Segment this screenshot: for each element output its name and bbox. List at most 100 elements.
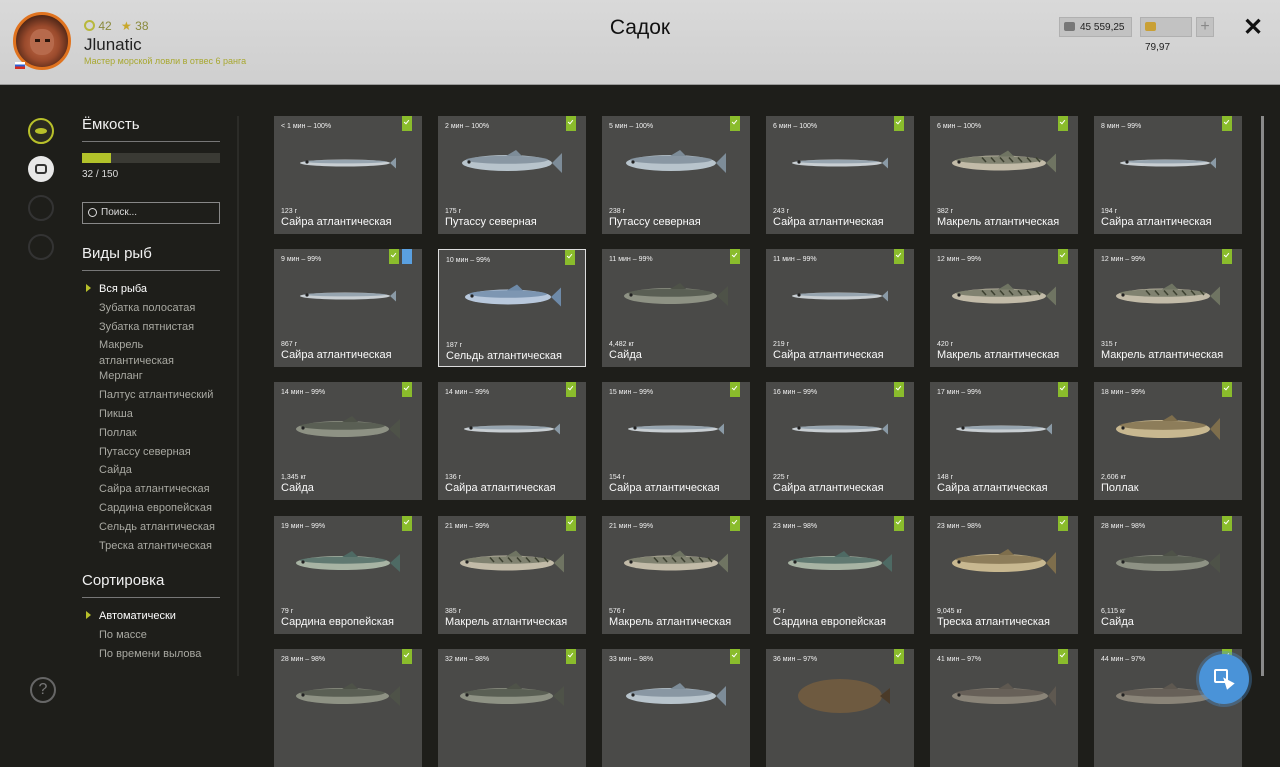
fish-name: Сайда — [281, 482, 314, 494]
fish-card[interactable]: 5 мин – 100% 238 г Путассу северная — [602, 116, 750, 234]
fish-card[interactable]: 36 мин – 97% — [766, 649, 914, 767]
fish-card[interactable]: < 1 мин – 100% 123 г Сайра атлантическая — [274, 116, 422, 234]
fish-card[interactable]: 14 мин – 99% 1,345 кг Сайда — [274, 382, 422, 500]
species-item[interactable]: Сайра атлантическая — [99, 481, 215, 500]
saury-fish-image — [792, 157, 888, 169]
species-item[interactable]: Треска атлантическая — [99, 538, 215, 557]
sort-item[interactable]: По времени вылова — [99, 646, 201, 665]
checkmark-icon — [1058, 516, 1068, 531]
checkmark-icon — [402, 382, 412, 397]
sort-item[interactable]: По массе — [99, 627, 201, 646]
add-currency-button[interactable]: + — [1196, 17, 1214, 37]
fish-card[interactable]: 12 мин – 99% 315 г Макрель атлантическая — [1094, 249, 1242, 367]
checkmark-icon — [566, 516, 576, 531]
fish-card[interactable]: 17 мин – 99% 148 г Сайра атлантическая — [930, 382, 1078, 500]
fish-card[interactable]: 28 мин – 98% 6,115 кг Сайда — [1094, 516, 1242, 634]
gold-balance: 79,97 — [1140, 17, 1192, 53]
species-item[interactable]: Макрель атлантическая — [99, 337, 189, 368]
divider — [82, 141, 220, 142]
fish-card[interactable]: 33 мин – 98% — [602, 649, 750, 767]
checkmark-icon — [1058, 382, 1068, 397]
selected-arrow-icon — [86, 284, 91, 292]
fish-weight: 9,045 кг — [937, 608, 963, 615]
fish-card[interactable]: 12 мин – 99% 420 г Макрель атлантическая — [930, 249, 1078, 367]
species-item[interactable]: Вся рыба — [99, 281, 215, 300]
help-icon[interactable]: ? — [30, 677, 56, 703]
catch-time: < 1 мин – 100% — [281, 123, 332, 130]
catch-time: 33 мин – 98% — [609, 656, 654, 663]
species-item[interactable]: Зубатка полосатая — [99, 300, 215, 319]
checkmark-icon — [730, 649, 740, 664]
saury-fish-image — [300, 157, 396, 169]
fish-card[interactable]: 11 мин – 99% 4,482 кг Сайда — [602, 249, 750, 367]
sort-item[interactable]: Автоматически — [99, 608, 201, 627]
species-item[interactable]: Пикша — [99, 406, 215, 425]
pollock-fish-image — [624, 283, 728, 306]
species-item[interactable]: Сельдь атлантическая — [99, 519, 215, 538]
fish-card[interactable]: 8 мин – 99% 194 г Сайра атлантическая — [1094, 116, 1242, 234]
catch-time: 12 мин – 99% — [1101, 256, 1146, 263]
search-input[interactable]: Поиск... — [82, 202, 220, 224]
whiting-fish-image — [462, 150, 562, 173]
fish-card[interactable]: 28 мин – 98% — [274, 649, 422, 767]
species-item[interactable]: Зубатка пятнистая — [99, 319, 215, 338]
fish-card[interactable]: 18 мин – 99% 2,606 кг Поллак — [1094, 382, 1242, 500]
fish-card[interactable]: 23 мин – 98% 56 г Сардина европейская — [766, 516, 914, 634]
fish-name: Сайра атлантическая — [281, 216, 392, 228]
species-item[interactable]: Палтус атлантический — [99, 387, 215, 406]
silver-coin-icon — [1064, 22, 1075, 31]
saury-fish-image — [464, 423, 560, 435]
checkmark-icon — [894, 649, 904, 664]
species-item[interactable]: Поллак — [99, 425, 215, 444]
grid-scrollbar[interactable] — [1261, 116, 1264, 676]
fish-card[interactable]: 14 мин – 99% 136 г Сайра атлантическая — [438, 382, 586, 500]
select-mode-button[interactable] — [1199, 654, 1249, 704]
fish-card[interactable]: 21 мин – 99% 385 г Макрель атлантическая — [438, 516, 586, 634]
species-item[interactable]: Путассу северная — [99, 444, 215, 463]
fish-card[interactable]: 10 мин – 99% 187 г Сельдь атлантическая — [438, 249, 586, 367]
fish-card[interactable]: 15 мин – 99% 154 г Сайра атлантическая — [602, 382, 750, 500]
fish-weight: 136 г — [445, 474, 462, 481]
fish-weight: 175 г — [445, 208, 462, 215]
checkmark-icon — [566, 649, 576, 664]
keepnet-icon[interactable] — [28, 156, 54, 182]
fish-name: Треска атлантическая — [937, 616, 1051, 628]
saury-fish-image — [1120, 157, 1216, 169]
fish-weight: 187 г — [446, 342, 463, 349]
fish-weight: 79 г — [281, 608, 294, 615]
close-icon[interactable]: ✕ — [1243, 13, 1263, 42]
fish-card[interactable]: 41 мин – 97% — [930, 649, 1078, 767]
species-list: Вся рыба Зубатка полосатая Зубатка пятнист… — [99, 281, 215, 556]
species-item[interactable]: Сардина европейская — [99, 500, 215, 519]
player-rank-title: Мастер морской ловли в отвес 6 ранга — [84, 56, 247, 66]
fish-weight: 154 г — [609, 474, 626, 481]
flatfish-fish-image — [798, 679, 890, 713]
checkmark-icon — [566, 382, 576, 397]
fish-card[interactable]: 9 мин – 99% 867 г Сайра атлантическая — [274, 249, 422, 367]
fish-card[interactable]: 11 мин – 99% 219 г Сайра атлантическая — [766, 249, 914, 367]
fish-name: Сайра атлантическая — [773, 349, 884, 361]
species-item[interactable]: Мерланг — [99, 368, 215, 387]
checkmark-icon — [402, 649, 412, 664]
pollock-fish-image — [460, 683, 564, 706]
fish-weight: 382 г — [937, 208, 954, 215]
fish-card[interactable]: 19 мин – 99% 79 г Сардина европейская — [274, 516, 422, 634]
fish-name: Сайра атлантическая — [445, 482, 556, 494]
gold-coin-icon — [1145, 22, 1156, 31]
fish-card[interactable]: 6 мин – 100% 382 г Макрель атлантическая — [930, 116, 1078, 234]
fish-card[interactable]: 6 мин – 100% 243 г Сайра атлантическая — [766, 116, 914, 234]
catch-time: 12 мин – 99% — [937, 256, 982, 263]
fish-card[interactable]: 2 мин – 100% 175 г Путассу северная — [438, 116, 586, 234]
fish-icon[interactable] — [28, 118, 54, 144]
fish-card[interactable]: 32 мин – 98% — [438, 649, 586, 767]
catch-time: 16 мин – 99% — [773, 389, 818, 396]
catch-time: 14 мин – 99% — [281, 389, 326, 396]
species-item[interactable]: Сайда — [99, 462, 215, 481]
catch-time: 44 мин – 97% — [1101, 656, 1146, 663]
fish-card[interactable]: 16 мин – 99% 225 г Сайра атлантическая — [766, 382, 914, 500]
fish-name: Макрель атлантическая — [1101, 349, 1224, 361]
fish-card[interactable]: 23 мин – 98% 9,045 кг Треска атлантическая — [930, 516, 1078, 634]
fish-weight: 238 г — [609, 208, 626, 215]
fish-card[interactable]: 21 мин – 99% 576 г Макрель атлантическая — [602, 516, 750, 634]
bookmark-icon — [402, 249, 412, 264]
